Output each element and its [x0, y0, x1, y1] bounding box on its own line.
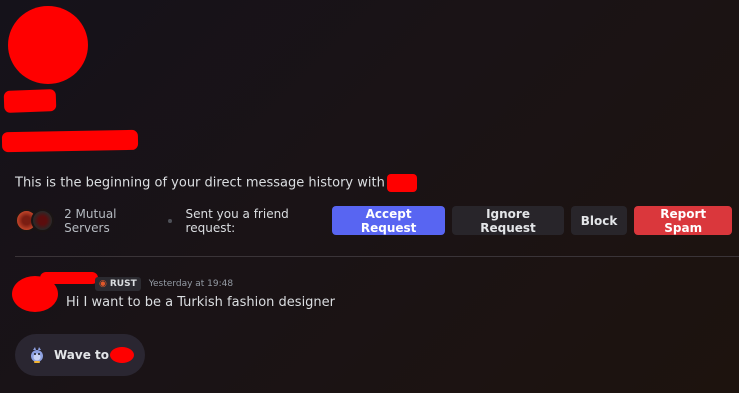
- separator-dot: [168, 218, 172, 223]
- wumpus-wave-icon: [29, 346, 45, 364]
- wave-button[interactable]: Wave to: [15, 334, 145, 376]
- wave-label: Wave to: [54, 348, 110, 362]
- redacted-message-author: [40, 272, 98, 284]
- message-timestamp: Yesterday at 19:48: [148, 279, 234, 289]
- redacted-avatar: [8, 6, 88, 84]
- rust-tag-icon: ◉: [99, 279, 107, 289]
- divider: [15, 256, 739, 257]
- report-spam-button[interactable]: Report Spam: [634, 206, 732, 235]
- dm-intro-text: This is the beginning of your direct mes…: [15, 175, 385, 191]
- mutual-servers-link[interactable]: 2 Mutual Servers: [64, 207, 154, 235]
- friend-request-row: 2 Mutual Servers Sent you a friend reque…: [15, 205, 739, 236]
- ignore-request-button[interactable]: Ignore Request: [452, 206, 564, 235]
- mutual-server-icons[interactable]: [15, 208, 54, 234]
- dm-intro: This is the beginning of your direct mes…: [15, 174, 417, 192]
- message-content: Hi I want to be a Turkish fashion design…: [66, 295, 336, 310]
- redacted-wave-name: [110, 347, 135, 363]
- accept-request-button[interactable]: Accept Request: [331, 206, 446, 235]
- block-button[interactable]: Block: [570, 206, 628, 235]
- message-header: ◉ RUST Yesterday at 19:48: [95, 277, 233, 291]
- redacted-name-inline: [386, 174, 417, 192]
- redacted-display-name: [3, 89, 57, 113]
- redacted-username: [1, 129, 139, 153]
- friend-request-label: Sent you a friend request:: [185, 206, 289, 235]
- server-tag-label: RUST: [109, 279, 137, 289]
- server-tag[interactable]: ◉ RUST: [95, 277, 141, 291]
- server-icon: [31, 208, 54, 232]
